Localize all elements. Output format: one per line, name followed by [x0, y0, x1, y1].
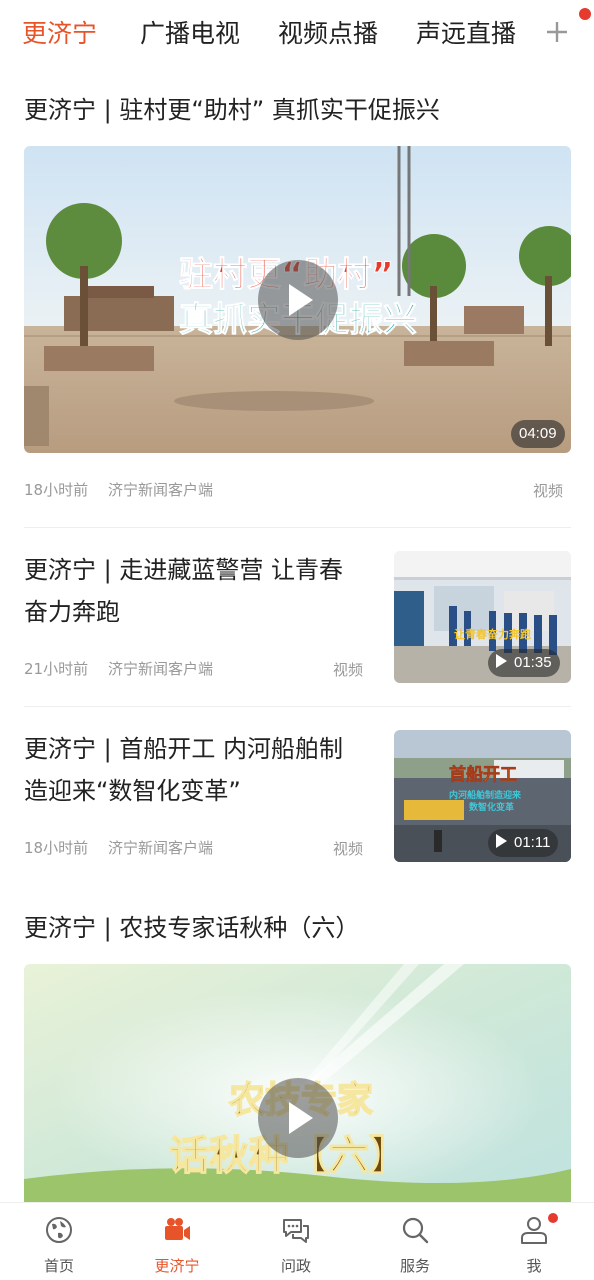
content-type-tag: 视频	[333, 840, 364, 858]
bottom-navigation: 首页 更济宁 问政 服务 我	[0, 1202, 594, 1280]
article-title[interactable]: 更济宁 | 农技专家话秋种（六）	[24, 911, 359, 945]
play-icon[interactable]	[258, 1078, 338, 1158]
video-duration: 04:09	[511, 420, 565, 448]
video-thumbnail[interactable]: 驻村更“助村” 真抓实干促振兴 04:09	[24, 146, 571, 453]
article-title[interactable]: 更济宁 | 驻村更“助村” 真抓实干促振兴	[24, 93, 440, 127]
tab-video-on-demand[interactable]: 视频点播	[278, 16, 378, 52]
video-thumbnail[interactable]: 首船开工 内河船舶制造迎来 数智化变革 01:11	[394, 730, 571, 862]
notification-dot	[579, 8, 591, 20]
tab-broadcast-tv[interactable]: 广播电视	[140, 16, 240, 52]
nav-services[interactable]: 服务	[356, 1203, 474, 1280]
top-tab-bar: 更济宁 广播电视 视频点播 声远直播	[0, 0, 594, 70]
video-duration-badge: 01:35	[488, 649, 560, 677]
search-icon	[402, 1217, 429, 1244]
content-type-tag: 视频	[533, 482, 564, 500]
nav-wenzheng[interactable]: 问政	[237, 1203, 355, 1280]
publish-time: 18小时前	[24, 839, 89, 857]
video-thumbnail[interactable]: 农技专家 话秋种【六】	[24, 964, 571, 1202]
nav-label: 我	[526, 1257, 542, 1275]
nav-label: 更济宁	[154, 1257, 200, 1275]
globe-icon	[46, 1217, 72, 1243]
video-overlay-line2: 内河船舶制造迎来	[449, 789, 522, 801]
nav-label: 首页	[43, 1257, 74, 1275]
news-source: 济宁新闻客户端	[108, 660, 214, 678]
video-duration: 01:35	[514, 654, 552, 671]
nav-label: 服务	[399, 1257, 430, 1275]
news-source: 济宁新闻客户端	[108, 839, 214, 857]
play-icon	[496, 834, 507, 848]
article-title[interactable]: 更济宁 | 走进藏蓝警营 让青春奋力奔跑	[24, 549, 364, 633]
content-type-tag: 视频	[333, 661, 364, 679]
divider	[24, 706, 571, 707]
video-camera-icon	[165, 1218, 190, 1240]
publish-time: 21小时前	[24, 660, 89, 678]
video-duration-badge: 01:11	[488, 829, 559, 857]
article-title[interactable]: 更济宁 | 首船开工 内河船舶制造迎来“数智化变革”	[24, 728, 364, 812]
video-overlay-line1: 首船开工	[449, 764, 517, 785]
nav-label: 问政	[280, 1257, 311, 1275]
publish-time: 18小时前	[24, 481, 89, 499]
play-icon[interactable]	[258, 260, 338, 340]
user-icon	[521, 1217, 547, 1244]
play-icon	[496, 654, 507, 668]
chat-bubbles-icon	[283, 1219, 309, 1243]
nav-gengjining[interactable]: 更济宁	[118, 1203, 236, 1280]
divider	[24, 527, 571, 528]
nav-home[interactable]: 首页	[0, 1203, 118, 1280]
video-thumbnail[interactable]: 让青春奋力奔跑 01:35	[394, 551, 571, 683]
plus-icon[interactable]	[540, 12, 574, 52]
news-source: 济宁新闻客户端	[108, 481, 214, 499]
tab-gengjining[interactable]: 更济宁	[22, 16, 97, 52]
video-overlay-text: 让青春奋力奔跑	[454, 627, 531, 641]
nav-me[interactable]: 我	[475, 1203, 593, 1280]
video-overlay-line3: 数智化变革	[469, 801, 514, 813]
notification-dot	[548, 1213, 558, 1223]
video-duration: 01:11	[514, 834, 551, 851]
tab-shengyuan-live[interactable]: 声远直播	[416, 16, 516, 52]
